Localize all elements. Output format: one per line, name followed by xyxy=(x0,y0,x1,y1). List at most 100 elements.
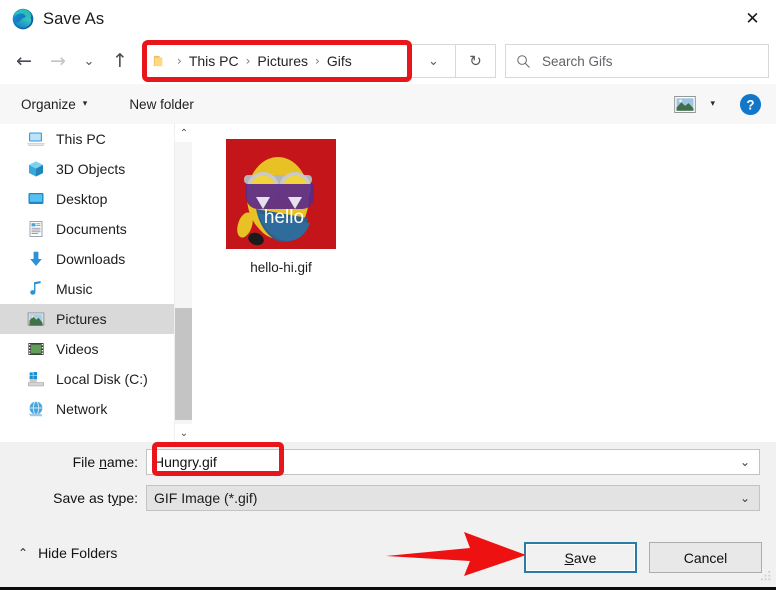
folder-icon xyxy=(153,55,163,67)
breadcrumb-item-this-pc[interactable]: This PC xyxy=(189,53,239,69)
chevron-down-icon: ▾ xyxy=(82,99,88,109)
breadcrumb[interactable]: › This PC › Pictures › Gifs xyxy=(147,45,407,77)
save-as-type-select[interactable]: GIF Image (*.gif) ⌄ xyxy=(146,485,760,511)
up-button[interactable]: ↑ xyxy=(103,43,137,79)
search-icon xyxy=(517,54,530,68)
command-bar-right-group: ▾ ? xyxy=(674,84,776,124)
address-dropdown-button[interactable]: ⌄ xyxy=(412,44,456,78)
chevron-down-icon: ⌄ xyxy=(83,53,95,69)
save-as-type-value: GIF Image (*.gif) xyxy=(154,490,258,506)
sidebar-item-videos[interactable]: Videos xyxy=(0,334,192,364)
desktop-icon xyxy=(28,193,44,204)
sidebar-item-label: Desktop xyxy=(56,191,108,207)
breadcrumb-separator: › xyxy=(245,54,251,68)
breadcrumb-item-gifs[interactable]: Gifs xyxy=(327,53,352,69)
back-button[interactable]: ← xyxy=(7,43,41,79)
help-icon[interactable]: ? xyxy=(739,93,762,116)
save-button[interactable]: Save xyxy=(524,542,637,573)
forward-arrow-icon: → xyxy=(50,49,66,72)
scrollbar-thumb[interactable] xyxy=(175,308,192,420)
sidebar-item-network[interactable]: Network xyxy=(0,394,192,424)
chevron-down-icon: ⌄ xyxy=(179,427,189,439)
network-icon xyxy=(29,401,43,417)
cancel-button[interactable]: Cancel xyxy=(649,542,762,573)
sidebar-item-local-disk-c[interactable]: Local Disk (C:) xyxy=(0,364,192,394)
sidebar-item-label: 3D Objects xyxy=(56,161,126,177)
breadcrumb-item-pictures[interactable]: Pictures xyxy=(257,53,308,69)
recent-locations-button[interactable]: ⌄ xyxy=(75,43,103,79)
sidebar-item-desktop[interactable]: Desktop xyxy=(0,184,192,214)
organize-button[interactable]: Organize ▾ xyxy=(21,97,87,112)
dialog-footer: ⌃ Hide Folders Save Cancel xyxy=(0,526,776,587)
cancel-button-label: Cancel xyxy=(683,549,728,566)
search-placeholder: Search Gifs xyxy=(542,53,613,69)
sidebar-item-label: Documents xyxy=(56,221,127,237)
refresh-button[interactable]: ↻ xyxy=(456,44,496,78)
file-name-input[interactable]: Hungry.gif ⌄ xyxy=(146,449,760,475)
chevron-down-icon[interactable]: ⌄ xyxy=(740,491,750,505)
svg-text:hello: hello xyxy=(264,207,304,228)
file-list-pane[interactable]: hello hello-hi.gif xyxy=(193,124,776,442)
file-item[interactable]: hello hello-hi.gif xyxy=(220,139,342,275)
local-disk-icon xyxy=(28,372,44,387)
scroll-up-button[interactable]: ⌃ xyxy=(175,124,192,142)
sidebar-item-music[interactable]: Music xyxy=(0,274,192,304)
save-button-label: Save xyxy=(526,544,635,571)
close-button[interactable]: ✕ xyxy=(729,0,776,38)
file-name-value: Hungry.gif xyxy=(154,454,217,470)
sidebar-item-pictures[interactable]: Pictures xyxy=(0,304,192,334)
view-layout-icon[interactable] xyxy=(674,95,697,113)
navigation-pane-scrollbar[interactable]: ⌃ ⌄ xyxy=(174,124,192,442)
svg-text:?: ? xyxy=(746,97,754,112)
resize-grip-icon[interactable] xyxy=(761,571,772,582)
chevron-down-icon: ⌄ xyxy=(428,53,439,69)
sidebar-item-this-pc[interactable]: This PC xyxy=(0,124,192,154)
file-name-label: File name: xyxy=(72,454,138,470)
chevron-up-icon: ⌃ xyxy=(18,546,29,560)
forward-button: → xyxy=(41,43,75,79)
close-icon: ✕ xyxy=(745,8,760,29)
this-pc-icon xyxy=(27,132,45,147)
downloads-icon xyxy=(30,251,42,266)
navigation-bar: ← → ⌄ ↑ › This PC › Pictures › Gifs ⌄ ↻ … xyxy=(0,38,776,84)
refresh-icon: ↻ xyxy=(469,53,482,70)
sidebar-item-downloads[interactable]: Downloads xyxy=(0,244,192,274)
accel-key: y xyxy=(111,490,119,506)
file-name-label: hello-hi.gif xyxy=(250,260,312,275)
breadcrumb-separator: › xyxy=(315,54,320,68)
sidebar-item-label: Local Disk (C:) xyxy=(56,371,148,387)
file-name-row: File name: Hungry.gif ⌄ xyxy=(0,448,776,476)
title-bar: Save As ✕ xyxy=(0,0,776,38)
scroll-down-button[interactable]: ⌄ xyxy=(175,424,192,442)
accel-key: n xyxy=(99,454,107,470)
sidebar-item-label: Downloads xyxy=(56,251,126,267)
search-input[interactable]: Search Gifs xyxy=(505,44,769,78)
sidebar-item-documents[interactable]: Documents xyxy=(0,214,192,244)
sidebar-item-label: Music xyxy=(56,281,93,297)
hide-folders-button[interactable]: ⌃ Hide Folders xyxy=(18,545,117,561)
sidebar-item-label: Network xyxy=(56,401,108,417)
view-dropdown-icon[interactable]: ▾ xyxy=(710,99,715,109)
organize-label: Organize xyxy=(21,96,76,112)
form-area: File name: Hungry.gif ⌄ Save as type: GI… xyxy=(0,442,776,526)
address-bar[interactable]: › This PC › Pictures › Gifs xyxy=(142,40,412,82)
chevron-down-icon[interactable]: ⌄ xyxy=(740,455,750,469)
dialog-body: This PC 3D Objects Desktop Documents Dow… xyxy=(0,124,776,442)
new-folder-button[interactable]: New folder xyxy=(129,97,194,112)
pictures-icon xyxy=(27,312,45,326)
sidebar-item-label: Pictures xyxy=(56,311,107,327)
videos-icon xyxy=(28,343,44,355)
accel-key: S xyxy=(564,549,574,566)
command-bar: Organize ▾ New folder ▾ ? xyxy=(0,84,776,125)
edge-logo-icon xyxy=(12,8,34,30)
music-icon xyxy=(30,281,41,295)
chevron-up-icon: ⌃ xyxy=(179,127,189,139)
file-thumbnail: hello xyxy=(226,139,336,249)
window-title: Save As xyxy=(43,9,105,28)
save-as-dialog: Save As ✕ ← → ⌄ ↑ › This PC › Pictures ›… xyxy=(0,0,776,590)
new-folder-label: New folder xyxy=(129,96,194,112)
sidebar-item-label: This PC xyxy=(56,131,106,147)
breadcrumb-separator: › xyxy=(177,54,182,68)
sidebar-item-3d-objects[interactable]: 3D Objects xyxy=(0,154,192,184)
sidebar-item-label: Videos xyxy=(56,341,99,357)
